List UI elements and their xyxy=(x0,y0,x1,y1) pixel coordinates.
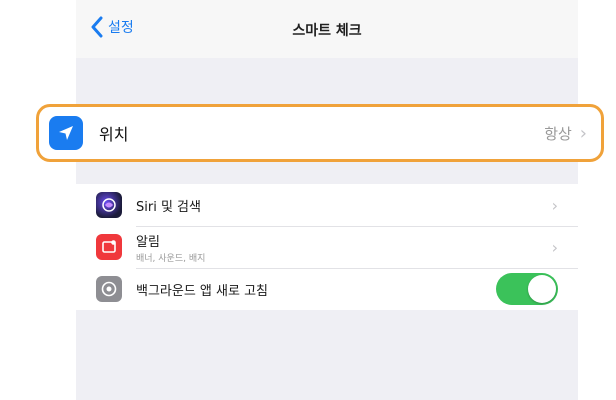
chevron-right-icon: › xyxy=(579,122,587,144)
page-title: 스마트 체크 xyxy=(292,23,362,39)
gear-icon xyxy=(96,276,122,302)
notifications-sublabel: 배너, 사운드, 배지 xyxy=(136,253,206,264)
settings-group: Siri 및 검색 › 알림 배너, 사운드, 배지 › 백그라운드 앱 새로 … xyxy=(76,184,578,310)
notifications-row[interactable]: 알림 배너, 사운드, 배지 › xyxy=(76,226,578,268)
background-refresh-row: 백그라운드 앱 새로 고침 xyxy=(76,268,578,310)
location-value: 항상 xyxy=(544,124,572,143)
background-refresh-label: 백그라운드 앱 새로 고침 xyxy=(136,283,268,299)
siri-search-label: Siri 및 검색 xyxy=(136,199,201,215)
chevron-right-icon: › xyxy=(551,237,558,257)
siri-search-row[interactable]: Siri 및 검색 › xyxy=(76,184,578,226)
notification-icon xyxy=(96,234,122,260)
location-arrow-icon xyxy=(49,116,83,150)
location-row[interactable]: 위치 항상 › xyxy=(36,104,604,162)
chevron-right-icon: › xyxy=(551,195,558,215)
background-refresh-toggle[interactable] xyxy=(496,273,558,305)
notifications-label: 알림 xyxy=(136,234,160,250)
toggle-knob xyxy=(528,275,556,303)
navigation-bar: 설정 스마트 체크 xyxy=(76,0,578,58)
siri-icon xyxy=(96,192,122,218)
location-label: 위치 xyxy=(99,125,129,144)
